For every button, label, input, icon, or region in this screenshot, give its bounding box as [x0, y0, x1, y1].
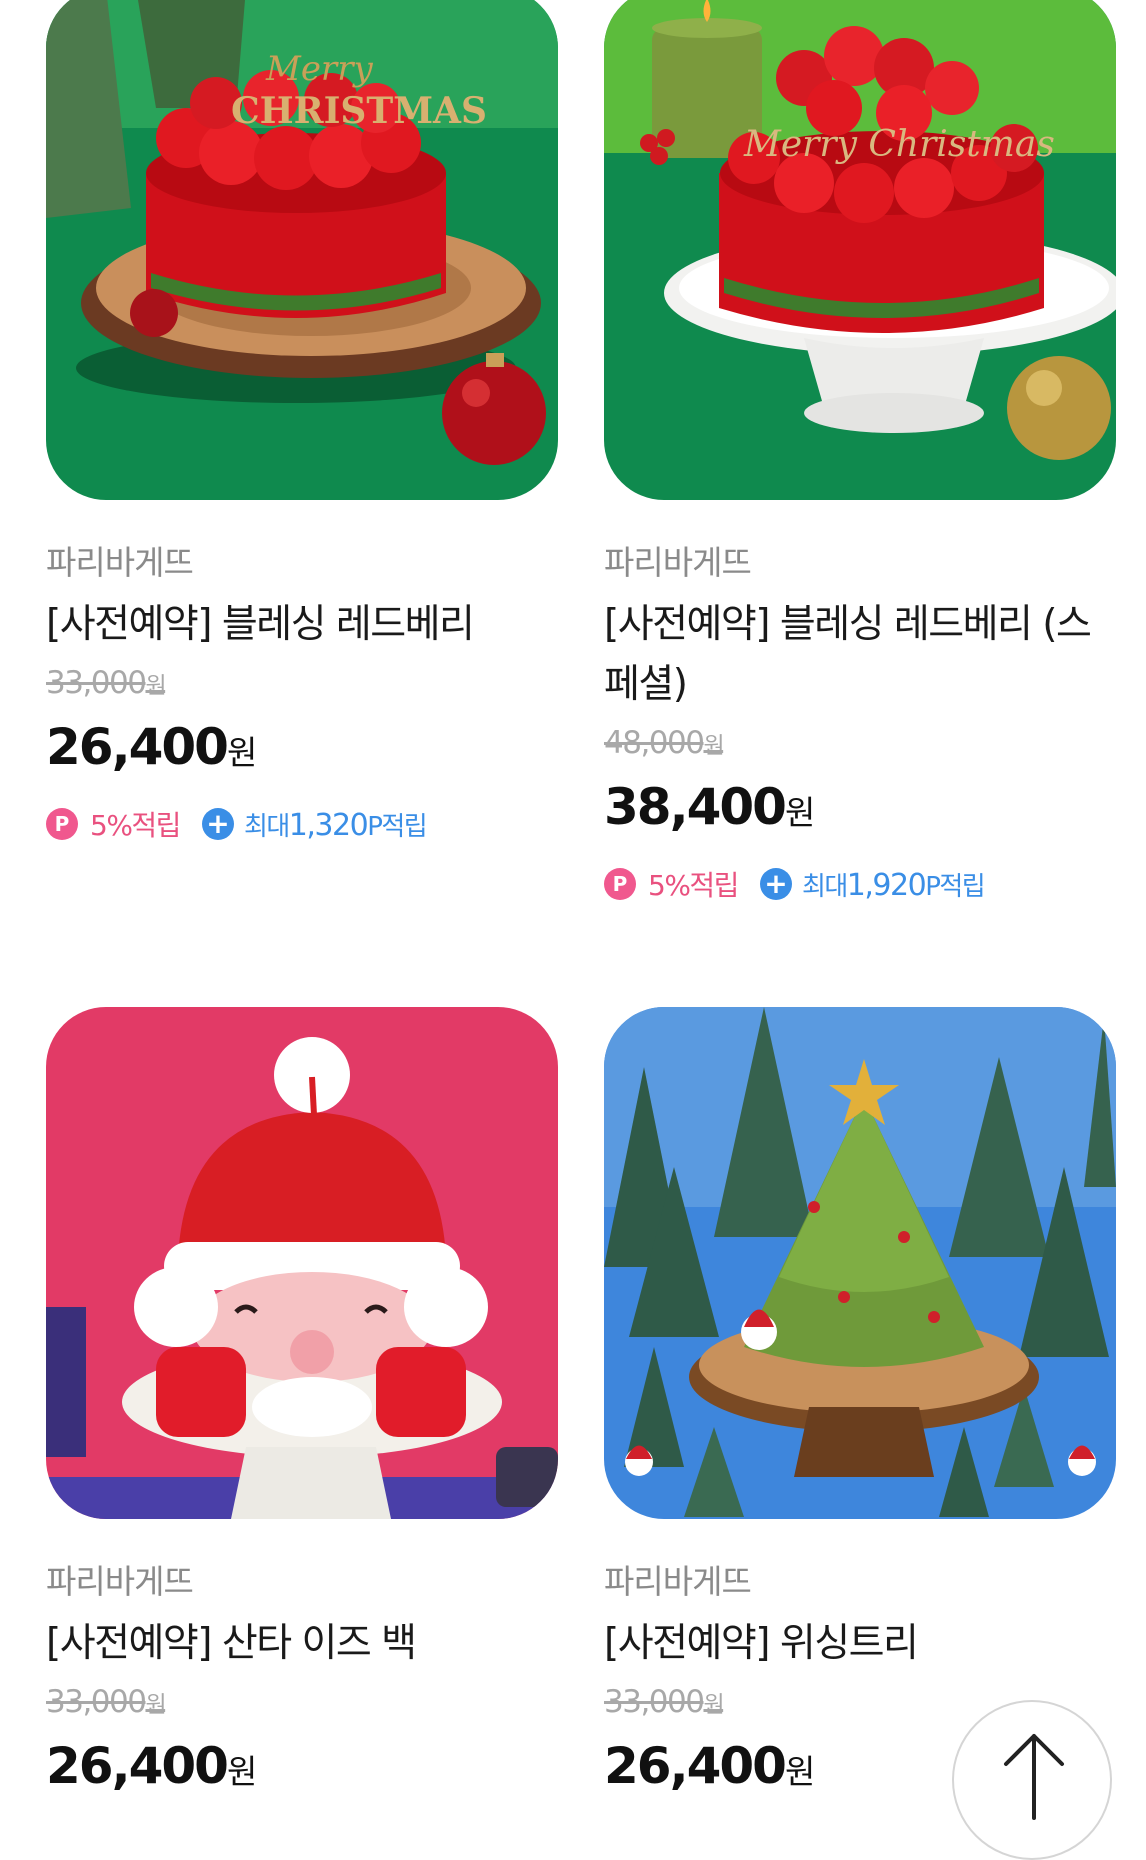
original-price-currency: 원: [145, 673, 166, 699]
original-price-currency: 원: [703, 1692, 724, 1718]
plus-icon: +: [759, 868, 792, 900]
sale-price-currency: 원: [226, 733, 258, 772]
point-rate: 5%적립: [648, 869, 739, 902]
sale-price-currency: 원: [784, 1752, 816, 1791]
scroll-to-top-button[interactable]: [952, 1700, 1112, 1860]
product-card[interactable]: 파리바게뜨 [사전예약] 위싱트리 33,000원 26,400원: [604, 1007, 1116, 1803]
sale-price-value: 26,400: [46, 1737, 229, 1795]
original-price: 33,000원: [46, 663, 558, 706]
sale-price-value: 26,400: [604, 1737, 787, 1795]
product-image[interactable]: [604, 1007, 1116, 1519]
sale-price-value: 26,400: [46, 718, 229, 776]
point-benefits: P 5%적립 + 최대1,920P적립: [604, 864, 1116, 904]
point-rate: 5%적립: [90, 809, 181, 842]
bonus-points: 최대1,920P적립: [801, 866, 986, 903]
bonus-prefix: 최대: [801, 871, 848, 902]
arrow-up-icon: [1004, 1734, 1064, 1820]
product-title[interactable]: [사전예약] 산타 이즈 백: [46, 1614, 558, 1674]
cake-topper-text: Merry Christmas: [743, 124, 1055, 165]
sale-price: 26,400원: [46, 1735, 558, 1803]
original-price-value: 48,000: [604, 725, 705, 761]
sale-price: 38,400원: [604, 776, 1116, 844]
original-price: 33,000원: [46, 1682, 558, 1725]
product-title[interactable]: [사전예약] 위싱트리: [604, 1614, 1116, 1674]
sale-price-value: 38,400: [604, 778, 787, 836]
product-card[interactable]: 파리바게뜨 [사전예약] 산타 이즈 백 33,000원 26,400원: [46, 1007, 558, 1803]
bonus-amount: 1,920: [846, 867, 927, 903]
bonus-suffix: P적립: [367, 811, 428, 842]
original-price-value: 33,000: [46, 665, 147, 701]
product-card[interactable]: Merry Christmas 파리바게뜨 [사전예약] 블레싱 레드베리 (스…: [604, 0, 1116, 904]
product-card[interactable]: Merry CHRISTMAS 파리바게뜨 [사전예약] 블레싱 레드베리 33…: [46, 0, 558, 844]
product-title[interactable]: [사전예약] 블레싱 레드베리: [46, 595, 558, 655]
brand-name: 파리바게뜨: [46, 1562, 194, 1601]
cake-image-red-berry: Merry CHRISTMAS: [46, 0, 558, 500]
brand-name: 파리바게뜨: [604, 1562, 752, 1601]
original-price-currency: 원: [703, 733, 724, 759]
bonus-amount: 1,320: [288, 807, 369, 843]
brand-name: 파리바게뜨: [604, 543, 752, 582]
plus-icon: +: [201, 808, 234, 840]
original-price-currency: 원: [145, 1692, 166, 1718]
original-price-value: 33,000: [604, 1684, 705, 1720]
product-image[interactable]: [46, 1007, 558, 1519]
product-title[interactable]: [사전예약] 블레싱 레드베리 (스페셜): [604, 595, 1116, 715]
product-image[interactable]: Merry Christmas: [604, 0, 1116, 500]
point-benefits: P 5%적립 + 최대1,320P적립: [46, 804, 558, 844]
sale-price: 26,400원: [46, 716, 558, 784]
cake-image-santa: [46, 1007, 558, 1519]
cake-topper-merry: Merry: [265, 49, 373, 89]
sale-price-currency: 원: [226, 1752, 258, 1791]
cake-topper-christmas: CHRISTMAS: [231, 90, 487, 132]
bonus-points: 최대1,320P적립: [243, 806, 428, 843]
bonus-suffix: P적립: [925, 871, 986, 902]
point-p-icon: P: [46, 808, 78, 840]
cake-image-wishing-tree: [604, 1007, 1116, 1519]
brand-name: 파리바게뜨: [46, 543, 194, 582]
bonus-prefix: 최대: [243, 811, 290, 842]
original-price-value: 33,000: [46, 1684, 147, 1720]
cake-image-red-berry-special: Merry Christmas: [604, 0, 1116, 500]
original-price: 48,000원: [604, 723, 1116, 766]
point-p-icon: P: [604, 868, 636, 900]
sale-price-currency: 원: [784, 793, 816, 832]
product-image[interactable]: Merry CHRISTMAS: [46, 0, 558, 500]
